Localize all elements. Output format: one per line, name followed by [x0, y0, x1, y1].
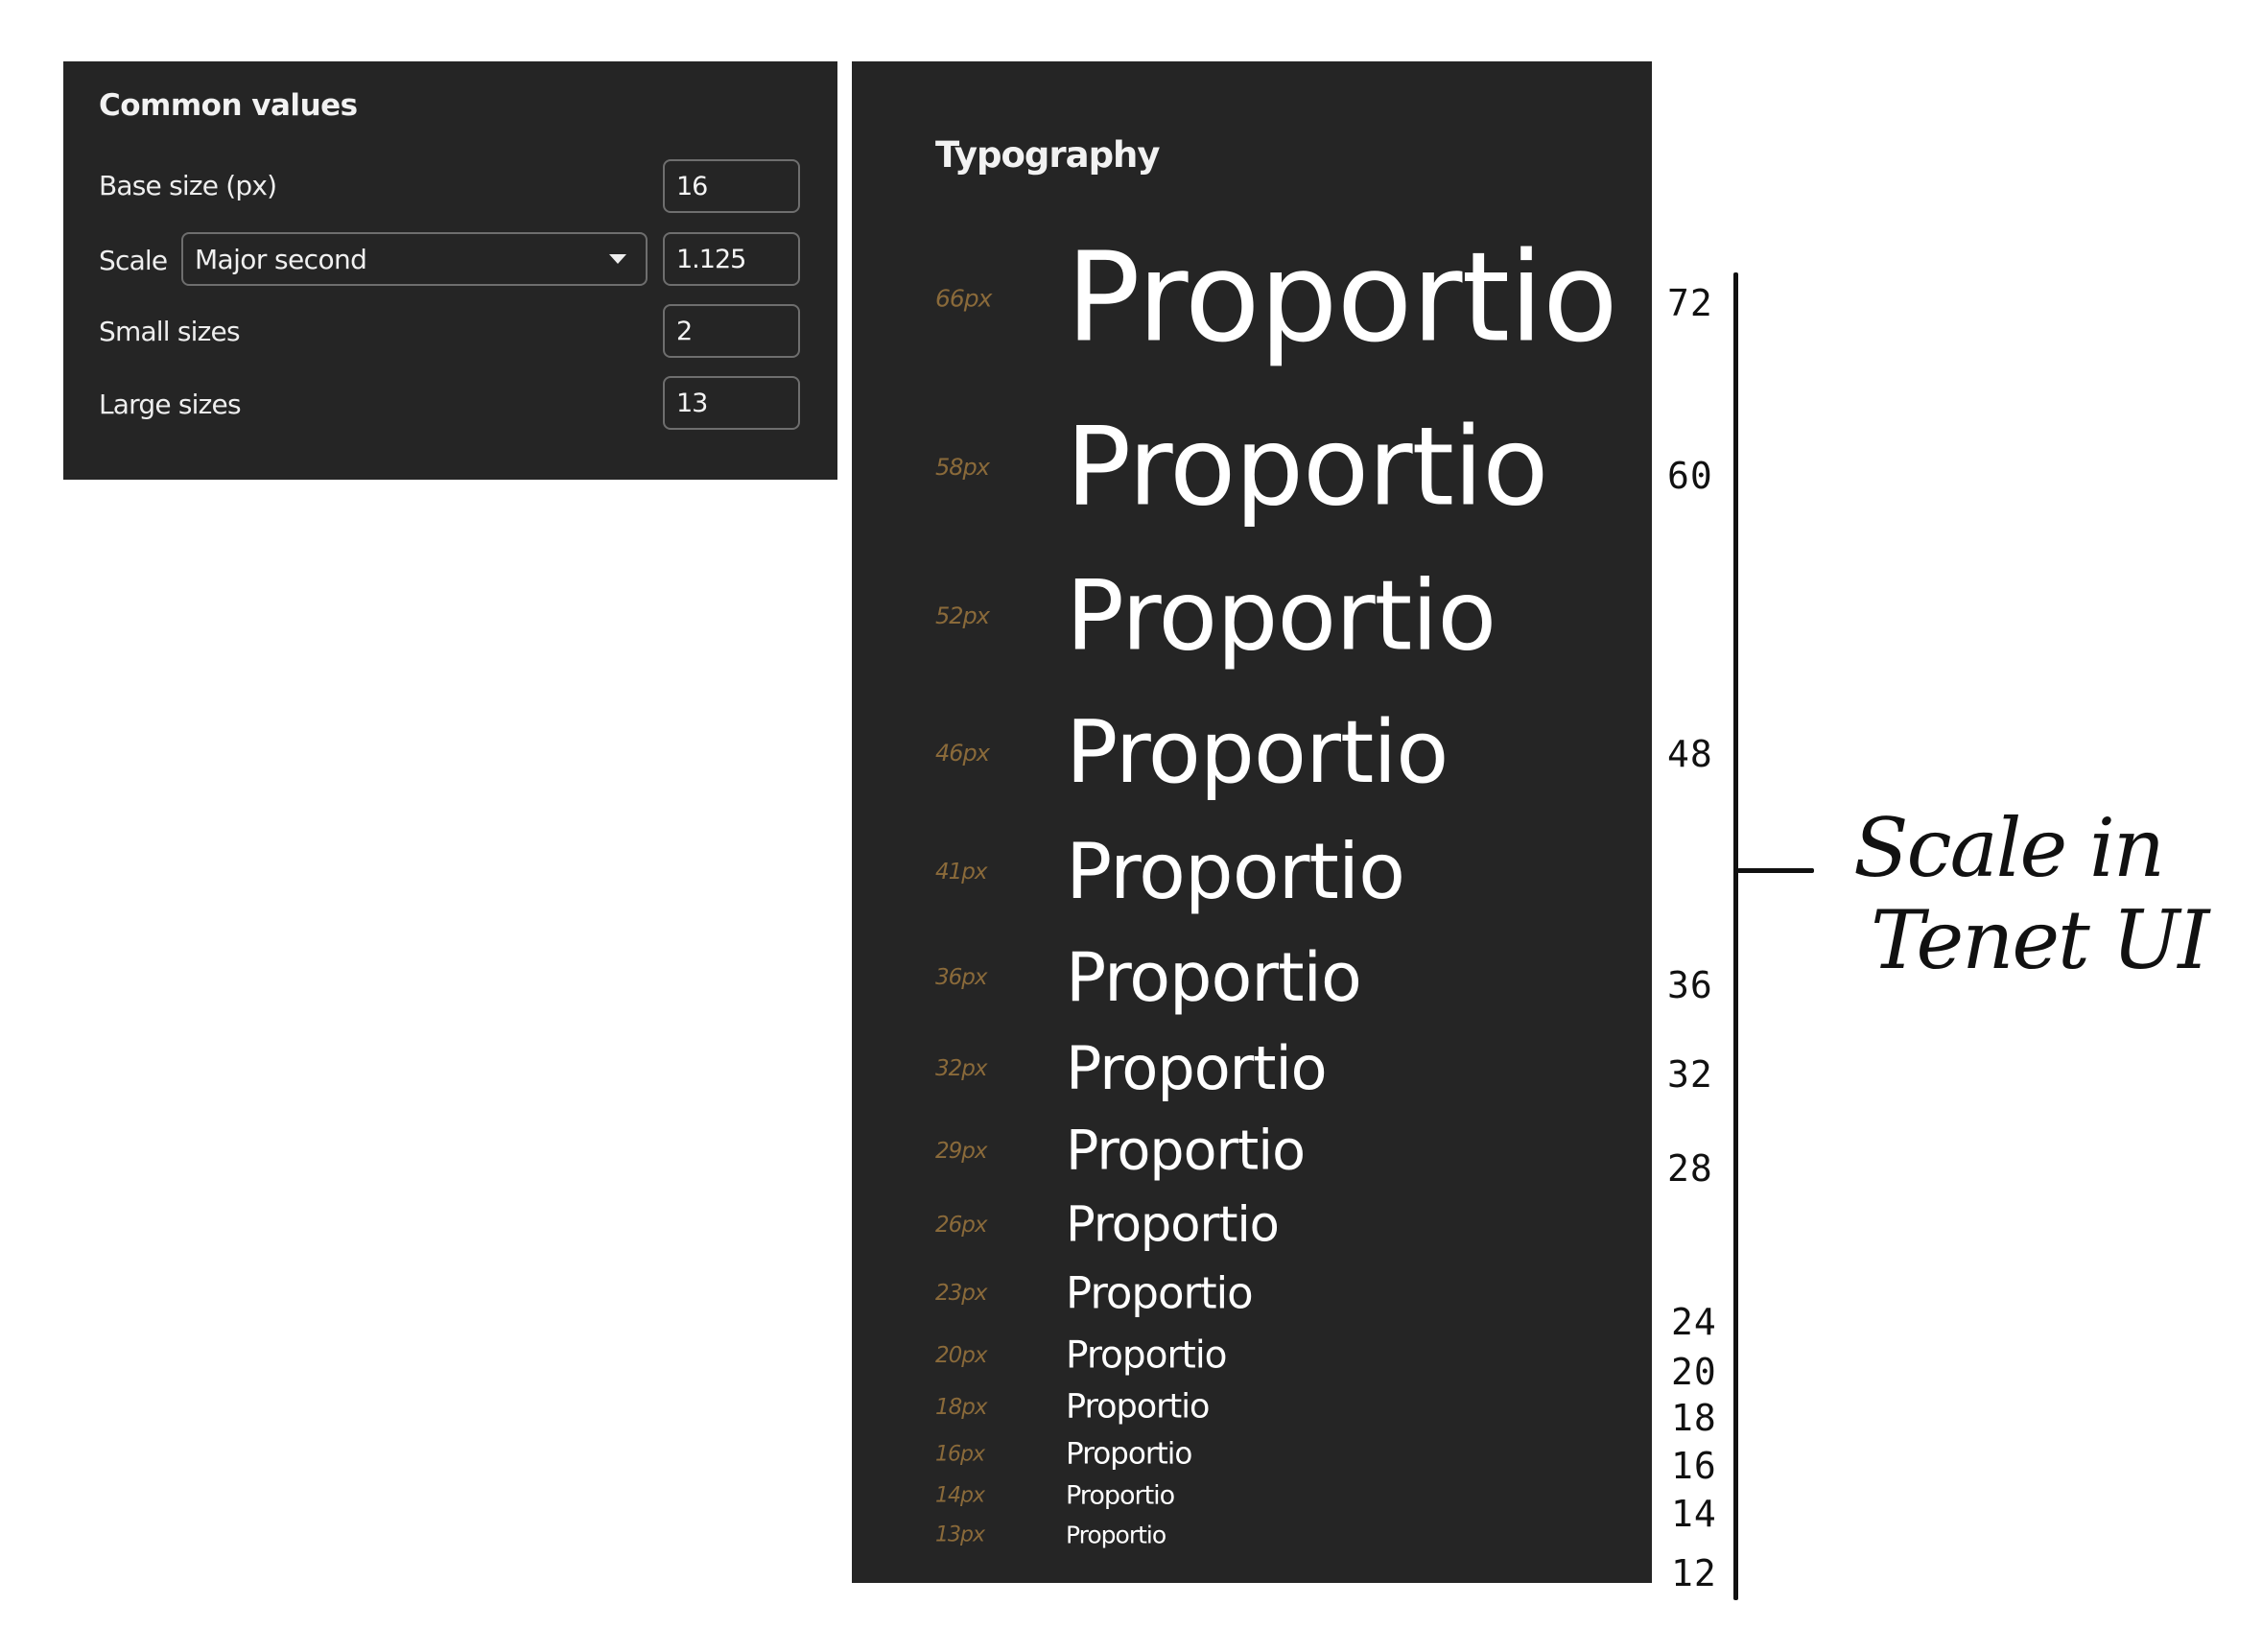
- scale-annotation-number: 48: [1667, 733, 1713, 775]
- scale-annotation-number: 18: [1671, 1397, 1717, 1439]
- size-label: 16px: [935, 1442, 985, 1467]
- annotation-note: Scale in Tenet UI: [1853, 802, 2237, 986]
- type-sample: Proportio: [1066, 702, 1449, 803]
- size-label: 66px: [935, 284, 992, 313]
- size-label: 46px: [935, 740, 990, 767]
- large-sizes-input[interactable]: 13: [663, 376, 800, 430]
- size-label: 58px: [935, 454, 990, 481]
- base-size-label: Base size (px): [99, 170, 277, 201]
- size-label: 14px: [935, 1483, 985, 1508]
- size-label: 41px: [935, 860, 987, 885]
- type-sample: Proportio: [1066, 403, 1548, 531]
- size-label: 52px: [935, 602, 990, 629]
- base-size-input[interactable]: 16: [663, 159, 800, 213]
- scale-annotation-number: 12: [1671, 1552, 1717, 1594]
- type-sample: Proportio: [1066, 1436, 1192, 1472]
- size-label: 20px: [935, 1343, 987, 1368]
- type-sample: Proportio: [1066, 1119, 1306, 1183]
- scale-annotation-number: 28: [1667, 1147, 1713, 1190]
- scale-annotation-number: 20: [1671, 1351, 1717, 1393]
- scale-annotation-number: 36: [1667, 964, 1713, 1006]
- scale-annotation-number: 32: [1667, 1053, 1713, 1096]
- typography-panel: Typography 66px Proportio 58px Proportio 52p…: [852, 61, 1652, 1583]
- size-label: 18px: [935, 1395, 987, 1420]
- small-sizes-label: Small sizes: [99, 316, 241, 347]
- scale-annotation-number: 60: [1667, 455, 1713, 497]
- type-sample: Proportio: [1066, 558, 1496, 673]
- type-sample: Proportio: [1066, 1480, 1175, 1511]
- type-sample: Proportio: [1066, 225, 1618, 370]
- size-label: 13px: [935, 1522, 985, 1547]
- scale-label: Scale: [99, 245, 168, 276]
- scale-annotation-number: 72: [1667, 282, 1713, 324]
- typography-title: Typography: [935, 134, 1161, 176]
- scale-ratio-input[interactable]: 1.125: [663, 232, 800, 286]
- type-sample: Proportio: [1066, 1033, 1328, 1103]
- scale-annotation-number: 14: [1671, 1493, 1717, 1535]
- size-label: 36px: [935, 965, 987, 990]
- type-sample: Proportio: [1066, 1267, 1254, 1319]
- scale-select[interactable]: Major second: [181, 232, 648, 286]
- bracket-pointer-line: [1737, 868, 1814, 873]
- chevron-down-icon: [609, 254, 626, 264]
- scale-annotation-number: 24: [1671, 1301, 1717, 1343]
- common-values-panel: Common values Base size (px) 16 Scale Ma…: [63, 61, 837, 480]
- type-sample: Proportio: [1066, 1333, 1228, 1378]
- scale-annotation-number: 16: [1671, 1445, 1717, 1487]
- type-sample: Proportio: [1066, 1387, 1210, 1427]
- bracket-vertical-line: [1733, 272, 1738, 1600]
- size-label: 29px: [935, 1139, 987, 1164]
- type-sample: Proportio: [1066, 1196, 1280, 1254]
- type-sample: Proportio: [1066, 1521, 1166, 1549]
- large-sizes-label: Large sizes: [99, 389, 242, 420]
- scale-select-value: Major second: [195, 243, 367, 275]
- type-sample: Proportio: [1066, 938, 1362, 1017]
- type-sample: Proportio: [1066, 827, 1405, 916]
- common-values-title: Common values: [99, 88, 358, 123]
- annotation-note-line-2: Tenet UI: [1871, 893, 2209, 987]
- size-label: 32px: [935, 1056, 987, 1081]
- small-sizes-input[interactable]: 2: [663, 304, 800, 358]
- size-label: 23px: [935, 1281, 987, 1306]
- size-label: 26px: [935, 1213, 987, 1238]
- annotation-note-line-1: Scale in: [1853, 801, 2165, 895]
